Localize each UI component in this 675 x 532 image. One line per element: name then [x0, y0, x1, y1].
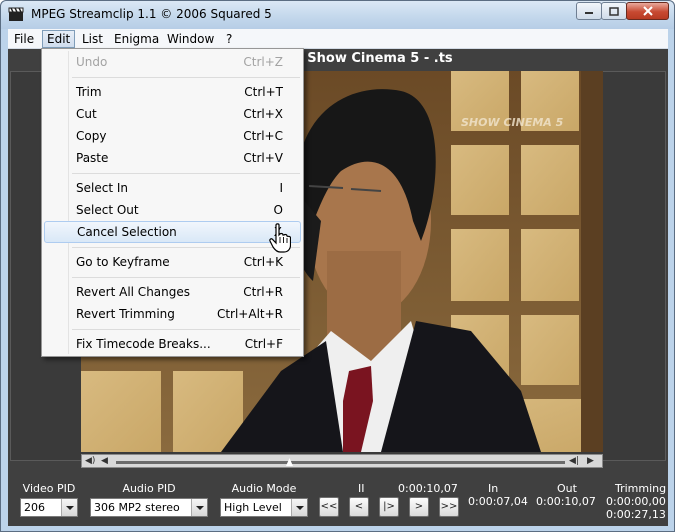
- menu-item-shortcut: I: [279, 181, 283, 195]
- maximize-icon: [609, 6, 619, 16]
- menu-item-label: Fix Timecode Breaks...: [76, 337, 211, 351]
- chevron-down-icon[interactable]: [61, 499, 77, 516]
- video-pid-select[interactable]: 206: [20, 498, 78, 517]
- menu-file[interactable]: File: [10, 30, 38, 48]
- audio-mode-select[interactable]: High Level: [220, 498, 308, 517]
- audio-mode-label: Audio Mode: [231, 482, 297, 495]
- menu-list[interactable]: List: [78, 30, 107, 48]
- out-time: 0:00:10,07: [536, 495, 596, 508]
- scrub-left-icon[interactable]: ◀: [101, 456, 108, 466]
- menu-item-label: Revert Trimming: [76, 307, 175, 321]
- menu-item-shortcut: Ctrl+T: [244, 85, 283, 99]
- timeline-scrubber[interactable]: ◀) ◀ ◀| ▶: [81, 454, 603, 468]
- menu-item-shortcut: Ctrl+Z: [243, 55, 283, 69]
- step-forward-icon[interactable]: ▶: [587, 456, 594, 466]
- menu-item-fix-timecode-breaks[interactable]: Fix Timecode Breaks... Ctrl+F: [44, 333, 301, 355]
- menu-item-label: Undo: [76, 55, 108, 69]
- menu-item-shortcut: Ctrl+X: [243, 107, 283, 121]
- audio-pid-value: 306 MP2 stereo: [94, 501, 180, 514]
- menu-item-cancel-selection[interactable]: Cancel Selection X: [44, 221, 301, 243]
- next-frame-button[interactable]: >: [409, 497, 429, 517]
- in-time: 0:00:07,04: [468, 495, 528, 508]
- close-icon: [642, 6, 653, 16]
- trimming-label: Trimming: [615, 482, 667, 495]
- menu-item-trim[interactable]: Trim Ctrl+T: [44, 81, 301, 103]
- out-label: Out: [557, 482, 577, 495]
- file-title-text: - Show Cinema 5 - .ts: [297, 51, 453, 66]
- in-label: In: [488, 482, 499, 495]
- menu-item-label: Select In: [76, 181, 128, 195]
- menu-item-label: Paste: [76, 151, 109, 165]
- video-pid-label: Video PID: [22, 482, 76, 495]
- menu-help[interactable]: ?: [222, 30, 236, 48]
- menu-bar: File Edit List Enigma Window ?: [8, 29, 668, 49]
- playhead-marker-icon[interactable]: [286, 458, 293, 466]
- menu-item-label: Cancel Selection: [77, 225, 177, 239]
- fast-forward-button[interactable]: >>: [439, 497, 459, 517]
- menu-item-revert-all-changes[interactable]: Revert All Changes Ctrl+R: [44, 281, 301, 303]
- pause-indicator: II: [358, 482, 365, 495]
- audio-pid-label: Audio PID: [122, 482, 176, 495]
- menu-item-shortcut: Ctrl+V: [243, 151, 283, 165]
- trimming-total-time: 0:00:27,13: [606, 508, 666, 521]
- channel-watermark: SHOW CINEMA 5: [461, 116, 564, 129]
- menu-item-label: Select Out: [76, 203, 139, 217]
- play-button[interactable]: |>: [379, 497, 399, 517]
- menu-item-go-to-keyframe[interactable]: Go to Keyframe Ctrl+K: [44, 251, 301, 273]
- menu-item-label: Copy: [76, 129, 107, 143]
- menu-enigma[interactable]: Enigma: [110, 30, 163, 48]
- menu-item-shortcut: Ctrl+C: [243, 129, 283, 143]
- previous-frame-button[interactable]: <: [349, 497, 369, 517]
- menu-item-undo[interactable]: Undo Ctrl+Z: [44, 51, 301, 73]
- menu-item-label: Revert All Changes: [76, 285, 191, 299]
- menu-item-label: Cut: [76, 107, 97, 121]
- menu-item-shortcut: Ctrl+Alt+R: [216, 307, 283, 321]
- trimming-time: 0:00:00,00: [606, 495, 666, 508]
- menu-separator: [72, 247, 300, 248]
- menu-separator: [72, 277, 300, 278]
- window-title: MPEG Streamclip 1.1 © 2006 Squared 5: [31, 7, 272, 21]
- scrub-right-icon[interactable]: ◀|: [569, 456, 579, 466]
- menu-window[interactable]: Window: [163, 30, 218, 48]
- menu-item-select-in[interactable]: Select In I: [44, 177, 301, 199]
- title-bar[interactable]: MPEG Streamclip 1.1 © 2006 Squared 5: [1, 1, 674, 29]
- chevron-down-icon[interactable]: [291, 499, 307, 516]
- menu-item-revert-trimming[interactable]: Revert Trimming Ctrl+Alt+R: [44, 303, 301, 325]
- rewind-button[interactable]: <<: [319, 497, 339, 517]
- menu-item-shortcut: Ctrl+F: [244, 337, 283, 351]
- minimize-button[interactable]: [576, 2, 602, 20]
- close-button[interactable]: [626, 2, 669, 20]
- minimize-icon: [585, 12, 593, 14]
- timeline-track[interactable]: [116, 461, 565, 464]
- audio-pid-select[interactable]: 306 MP2 stereo: [90, 498, 208, 517]
- menu-item-label: Go to Keyframe: [76, 255, 170, 269]
- edit-menu-dropdown: Undo Ctrl+Z Trim Ctrl+T Cut Ctrl+X Copy …: [41, 48, 304, 357]
- menu-item-shortcut: Ctrl+K: [243, 255, 283, 269]
- menu-separator: [72, 329, 300, 330]
- menu-item-shortcut: Ctrl+R: [243, 285, 283, 299]
- audio-mode-value: High Level: [224, 501, 282, 514]
- hand-pointer-cursor-icon: [269, 223, 291, 253]
- menu-separator: [72, 77, 300, 78]
- menu-separator: [72, 173, 300, 174]
- menu-item-label: Trim: [76, 85, 102, 99]
- step-back-icon[interactable]: ◀): [85, 456, 95, 466]
- menu-edit[interactable]: Edit: [42, 30, 76, 48]
- video-pid-value: 206: [24, 501, 45, 514]
- menu-item-shortcut: O: [273, 203, 283, 217]
- menu-item-paste[interactable]: Paste Ctrl+V: [44, 147, 301, 169]
- clapperboard-icon: [8, 7, 24, 21]
- menu-item-copy[interactable]: Copy Ctrl+C: [44, 125, 301, 147]
- app-window: MPEG Streamclip 1.1 © 2006 Squared 5 Fil…: [0, 0, 675, 532]
- menu-item-cut[interactable]: Cut Ctrl+X: [44, 103, 301, 125]
- chevron-down-icon[interactable]: [191, 499, 207, 516]
- menu-item-select-out[interactable]: Select Out O: [44, 199, 301, 221]
- current-time: 0:00:10,07: [398, 482, 458, 495]
- maximize-button[interactable]: [601, 2, 627, 20]
